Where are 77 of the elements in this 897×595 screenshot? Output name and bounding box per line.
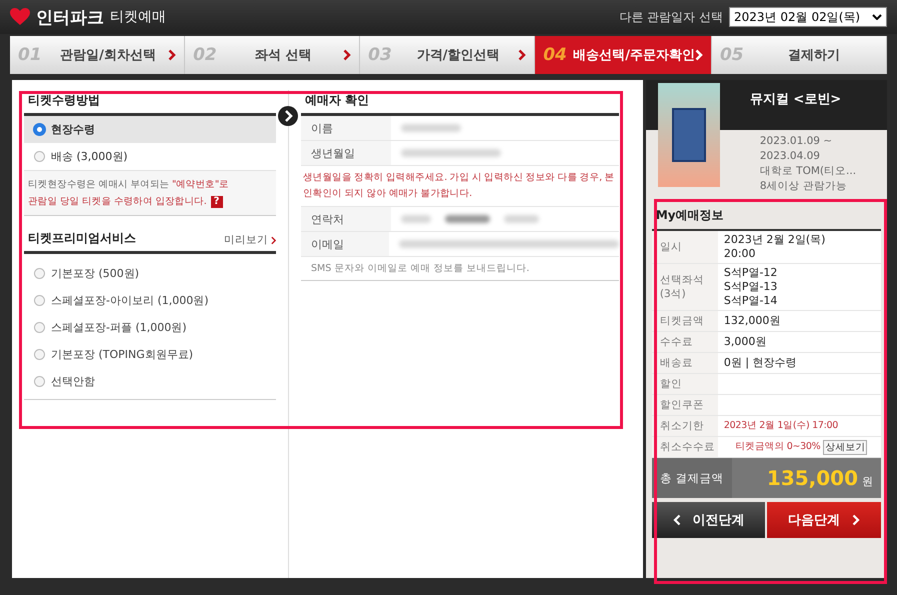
summary-value: 0원 | 현장수령	[724, 356, 798, 370]
field-label: 이메일	[301, 232, 389, 256]
dropdown-caret-icon	[872, 14, 882, 20]
premium-option[interactable]: 선택안함	[24, 368, 276, 395]
radio-button[interactable]	[34, 295, 45, 306]
premium-option[interactable]: 스페셜포장-아이보리 (1,000원)	[24, 287, 276, 314]
summary-value: 티켓금액의 0~30%	[736, 440, 820, 454]
arrow-right-icon	[278, 106, 298, 126]
premium-option[interactable]: 기본포장 (TOPING회원무료)	[24, 341, 276, 368]
summary-value: S석P열-14	[724, 294, 778, 308]
logo-text: 인터파크	[36, 6, 104, 28]
section-title: 티켓프리미엄서비스	[28, 230, 136, 247]
summary-label: 티켓금액	[652, 311, 718, 331]
blurred-value	[401, 124, 461, 132]
blurred-value	[445, 215, 490, 223]
show-detail: 2023.01.09 ~	[760, 134, 834, 149]
show-detail: 대학로 TOM(티오...	[760, 164, 858, 179]
show-detail: 8세이상 관람가능	[760, 179, 848, 194]
radio-button[interactable]	[34, 124, 45, 135]
summary-value: S석P열-13	[724, 280, 778, 294]
show-title: 뮤지컬 <로빈>	[750, 91, 842, 109]
chevron-right-icon	[694, 49, 703, 61]
logo-subtitle: 티켓예매	[110, 8, 166, 26]
chevron-left-icon	[672, 514, 681, 526]
previous-step-button[interactable]: 이전단계	[652, 502, 766, 538]
notice-text: 관람일 당일 티켓을 수령하여 입장합니다.	[28, 195, 206, 209]
chevron-right-icon	[343, 49, 352, 61]
field-label: 생년월일	[301, 141, 391, 165]
summary-label: 수수료	[652, 332, 718, 352]
summary-label: 선택좌석 (3석)	[652, 264, 718, 310]
summary-value: 132,000원	[724, 314, 782, 328]
blurred-value	[401, 215, 431, 223]
total-unit: 원	[862, 475, 873, 488]
preview-link[interactable]: 미리보기	[224, 233, 268, 247]
date-label: 다른 관람일자 선택	[619, 8, 723, 26]
step-tab[interactable]: 04 배송선택/주문자확인	[535, 36, 712, 74]
premium-option[interactable]: 기본포장 (500원)	[24, 260, 276, 287]
delivery-option[interactable]: 배송 (3,000원)	[24, 143, 276, 170]
show-detail: 2023.04.09	[760, 149, 821, 164]
total-label: 총 결제금액	[652, 458, 732, 498]
summary-value: 3,000원	[724, 335, 768, 349]
radio-button[interactable]	[34, 151, 45, 162]
total-amount: 135,000	[766, 466, 858, 490]
date-select[interactable]: 2023년 02월 02일(목)	[729, 7, 887, 27]
summary-label: 배송료	[652, 353, 718, 373]
premium-option[interactable]: 스페셜포장-퍼플 (1,000원)	[24, 314, 276, 341]
delivery-option[interactable]: 현장수령	[24, 116, 276, 143]
note-text: SMS 문자와 이메일로 예매 정보를 보내드립니다.	[301, 257, 619, 281]
step-tab[interactable]: 05 결제하기	[712, 36, 887, 74]
radio-button[interactable]	[34, 322, 45, 333]
summary-label: 할인쿠폰	[652, 395, 718, 415]
chevron-right-icon	[852, 514, 860, 526]
next-step-button[interactable]: 다음단계	[767, 502, 881, 538]
blurred-value	[504, 215, 539, 223]
summary-label: 할인	[652, 374, 718, 394]
heart-logo-icon	[10, 8, 30, 26]
step-tab[interactable]: 02 좌석 선택	[185, 36, 360, 74]
field-label: 연락처	[301, 207, 391, 231]
step-tab[interactable]: 01 관람일/회차선택	[10, 36, 186, 74]
chevron-right-icon	[271, 236, 276, 244]
summary-value: 20:00	[724, 247, 757, 261]
radio-button[interactable]	[34, 376, 45, 387]
summary-label: 취소기한	[652, 416, 718, 436]
summary-label: 취소수수료	[652, 437, 718, 457]
radio-button[interactable]	[34, 349, 45, 360]
summary-label: 일시	[652, 231, 718, 263]
notice-text: 티켓현장수령은 예매시 부여되는 "예약번호"로	[28, 178, 229, 192]
field-label: 이름	[301, 116, 391, 140]
detail-button[interactable]: 상세보기	[823, 440, 868, 454]
chevron-right-icon	[168, 49, 176, 61]
summary-value: S석P열-12	[724, 266, 778, 280]
section-title: My예매정보	[652, 202, 881, 231]
chevron-right-icon	[518, 49, 526, 61]
help-icon[interactable]: ?	[210, 196, 222, 208]
radio-button[interactable]	[34, 268, 45, 279]
summary-value: 2023년 2월 1일(수) 17:00	[724, 419, 839, 433]
summary-value: 2023년 2월 2일(목)	[724, 233, 826, 247]
